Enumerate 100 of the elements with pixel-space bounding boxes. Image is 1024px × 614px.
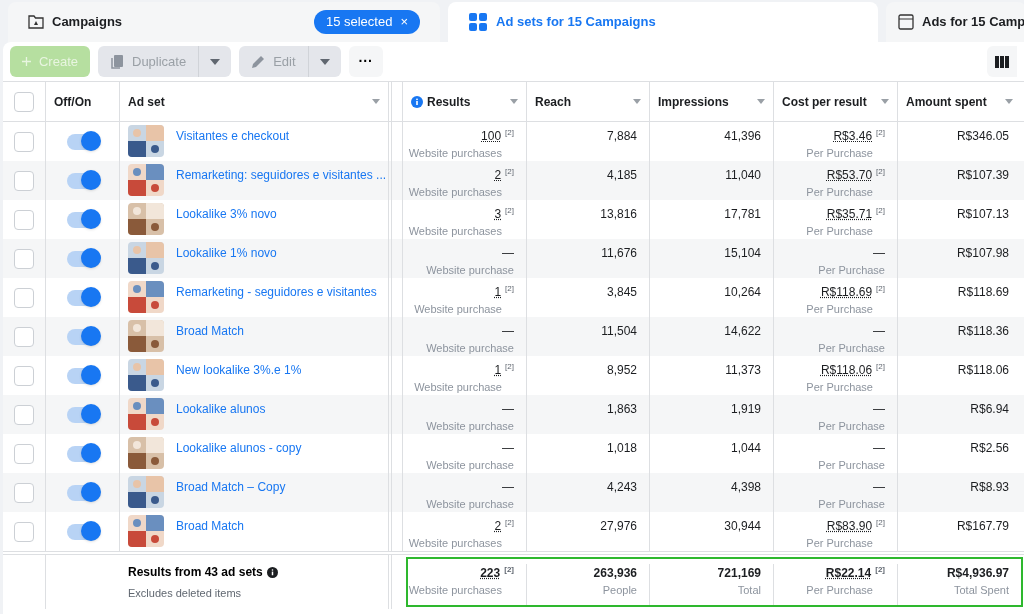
columns-icon	[995, 55, 1009, 68]
toggle-switch[interactable]	[66, 523, 99, 540]
tab[interactable]: Ad sets for 15 Campaigns	[448, 2, 878, 42]
cell-label: Website purchases	[408, 536, 503, 551]
toggle-switch[interactable]	[66, 406, 99, 423]
column-header[interactable]: Ad set	[128, 92, 165, 111]
cell-value: —	[502, 245, 514, 262]
column-header[interactable]: Cost per result	[782, 92, 867, 111]
ad-set-link[interactable]: Broad Match	[176, 515, 245, 535]
checkbox[interactable]	[14, 521, 34, 542]
cell-value: R$83.90	[826, 518, 873, 535]
cell-label: Per Purchase	[806, 146, 874, 161]
cell-value: 11,676	[601, 245, 637, 262]
cell-value: R$107.98	[956, 245, 1009, 262]
checkbox[interactable]	[14, 482, 34, 503]
footnote-mark: [2]	[504, 564, 514, 576]
cell-value: 11,373	[725, 362, 761, 379]
cell-value: —	[502, 479, 514, 496]
column-header[interactable]: Off/On	[54, 92, 92, 111]
cell-value: R$22.14	[825, 565, 872, 582]
toggle-switch[interactable]	[66, 289, 99, 306]
cell-label: Website purchase	[426, 458, 514, 473]
toggle-switch[interactable]	[66, 328, 99, 345]
columns-button[interactable]	[987, 46, 1017, 77]
toggle-switch[interactable]	[66, 172, 99, 189]
cell-label: Website purchases	[408, 146, 503, 161]
footnote-mark: [2]	[876, 517, 885, 529]
more-button[interactable]: ···	[348, 46, 383, 77]
ad-set-link[interactable]: Visitantes e checkout	[176, 125, 290, 145]
totals-title: Results from 43 ad sets	[128, 564, 263, 581]
ad-set-link[interactable]: Broad Match	[176, 320, 245, 340]
caret-icon	[319, 58, 330, 65]
pencil-icon	[251, 54, 266, 69]
checkbox[interactable]	[14, 287, 34, 308]
cell-value: R$167.79	[956, 518, 1009, 535]
checkbox[interactable]	[14, 170, 34, 191]
ad-set-link[interactable]: Lookalike alunos	[176, 398, 266, 418]
cell-value: R$53.70	[826, 167, 873, 184]
cell-label: Website purchases	[408, 224, 503, 239]
toggle-switch[interactable]	[66, 367, 99, 384]
toggle-switch[interactable]	[66, 133, 99, 150]
cell-value: R$118.36	[957, 323, 1009, 340]
checkbox[interactable]	[14, 209, 34, 230]
checkbox[interactable]	[14, 131, 34, 152]
ad-set-link[interactable]: Remarketing - seguidores e visitantes	[176, 281, 377, 301]
cell-value: 100	[481, 128, 502, 145]
cell-value: —	[873, 440, 885, 457]
cell-label: Per Purchase	[806, 302, 874, 317]
toggle-switch[interactable]	[66, 211, 99, 228]
cell-value: 1,919	[730, 401, 761, 418]
cell-value: 4,243	[606, 479, 637, 496]
ad-set-link[interactable]: Remarketing: seguidores e visitantes ...	[176, 164, 387, 184]
cell-value: 4,185	[606, 167, 637, 184]
cell-label: Per Purchase	[806, 224, 874, 239]
cell-value: 41,396	[724, 128, 761, 145]
column-header[interactable]: Amount spent	[906, 92, 987, 111]
cell-label: Per Purchase	[818, 497, 885, 512]
checkbox[interactable]	[14, 443, 34, 464]
cell-value: 3,845	[606, 284, 637, 301]
cell-value: 1,863	[606, 401, 637, 418]
toggle-switch[interactable]	[66, 484, 99, 501]
footnote-mark: [2]	[876, 283, 885, 295]
column-header[interactable]: Results	[427, 92, 471, 111]
checkbox[interactable]	[14, 365, 34, 386]
footnote-mark: [2]	[876, 166, 885, 178]
dropdown-button[interactable]	[307, 46, 341, 77]
ad-set-link[interactable]: Broad Match – Copy	[176, 476, 286, 496]
cell-value: 1,044	[730, 440, 761, 457]
ad-set-link[interactable]: Lookalike 1% novo	[176, 242, 277, 262]
cell-label: Per Purchase	[818, 263, 885, 278]
clear-selection-button[interactable]: ×	[400, 12, 408, 32]
cell-value: 1	[494, 362, 502, 379]
copy-icon	[110, 53, 124, 70]
cell-value: R$8.93	[970, 479, 1009, 496]
cell-value: 13,816	[600, 206, 637, 223]
footnote-mark: [2]	[875, 564, 885, 576]
ad-set-link[interactable]: Lookalike 3% novo	[176, 203, 277, 223]
cell-value: 721,169	[717, 565, 761, 582]
checkbox[interactable]	[14, 326, 34, 347]
cell-value: —	[873, 479, 885, 496]
cell-value: 8,952	[606, 362, 637, 379]
tab[interactable]: Ads for 15 Camp	[886, 2, 1024, 42]
dropdown-button[interactable]	[198, 46, 232, 77]
cell-value: 223	[480, 565, 501, 582]
cell-label: People	[602, 583, 637, 598]
ad-set-link[interactable]: Lookalike alunos - copy	[176, 437, 302, 457]
cell-value: 17,781	[724, 206, 761, 223]
toggle-switch[interactable]	[66, 250, 99, 267]
checkbox[interactable]	[14, 91, 34, 112]
toggle-switch[interactable]	[66, 445, 99, 462]
checkbox[interactable]	[14, 248, 34, 269]
tab[interactable]: Campaigns 15 selected ×	[8, 2, 440, 42]
cell-value: R$4,936.97	[946, 565, 1009, 582]
cell-label: Website purchases	[408, 185, 503, 200]
column-header[interactable]: Reach	[535, 92, 572, 111]
ad-set-link[interactable]: New lookalike 3%.e 1%	[176, 359, 302, 379]
checkbox[interactable]	[14, 404, 34, 425]
column-header[interactable]: Impressions	[658, 92, 729, 111]
caret-icon	[510, 99, 518, 104]
footnote-mark: [2]	[876, 205, 885, 217]
